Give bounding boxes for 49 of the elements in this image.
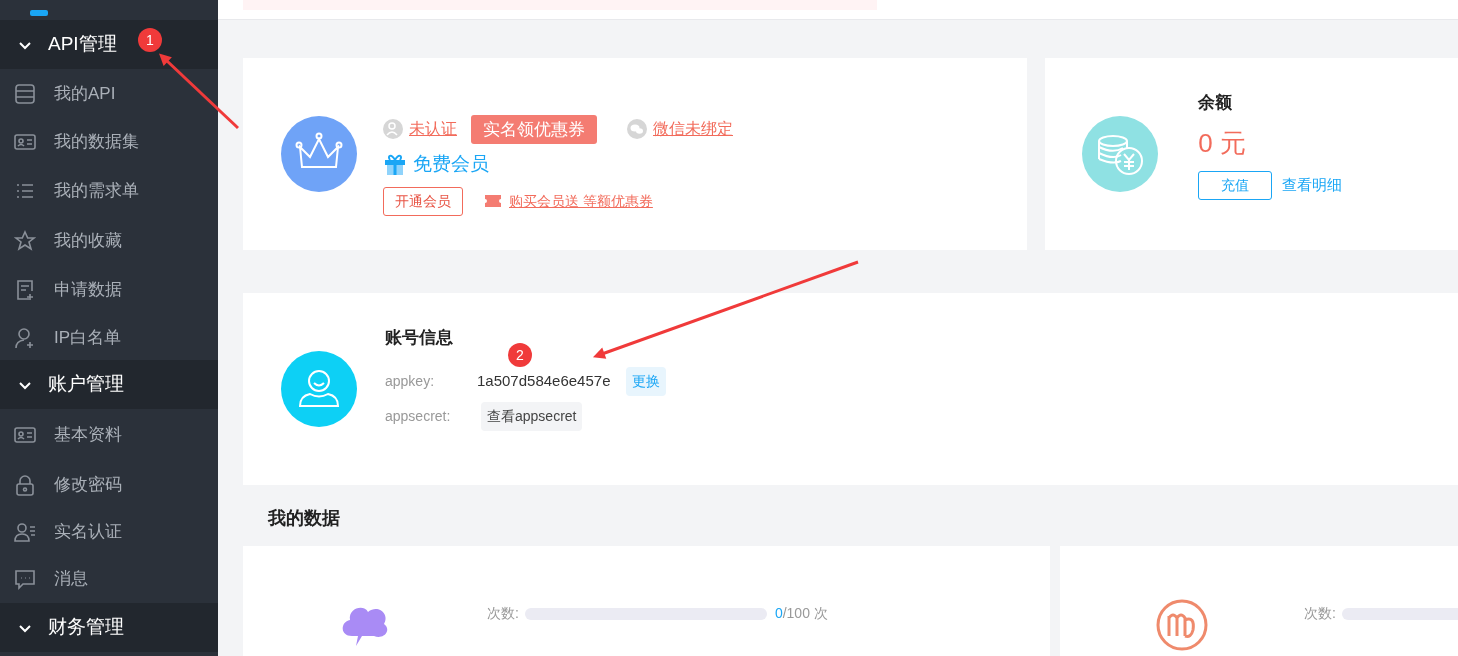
zodiac-icon	[1155, 598, 1209, 652]
promo-link[interactable]: 购买会员送 等额优惠券	[509, 190, 653, 212]
menu-item[interactable]: 申请数据	[0, 265, 218, 315]
id-card-icon	[14, 131, 36, 153]
menu-item[interactable]: 我的API	[0, 69, 218, 118]
star-icon	[14, 229, 36, 252]
menu-group-title: 财务管理	[48, 615, 124, 640]
verify-link[interactable]: 未认证	[409, 117, 457, 142]
menu-group-title: 账户管理	[48, 372, 124, 397]
membership-level: 免费会员	[413, 152, 489, 176]
menu-item[interactable]: 实名认证	[0, 509, 218, 555]
user-add-icon	[14, 326, 36, 349]
menu-item[interactable]: 我的需求单	[0, 166, 218, 216]
open-membership-button[interactable]: 开通会员	[383, 186, 463, 216]
menu-group-title: API管理	[48, 32, 117, 57]
section-title: 我的数据	[266, 508, 340, 528]
menu-item[interactable]: 消息	[0, 555, 218, 603]
annotation-marker	[508, 343, 532, 367]
menu-item[interactable]: 我的数据集	[0, 118, 218, 166]
field-label: appkey:	[385, 371, 436, 391]
gift-icon	[383, 152, 407, 177]
field-label: appsecret:	[385, 406, 452, 426]
menu-item[interactable]: 我的收藏	[0, 216, 218, 265]
user-status-icon	[383, 119, 403, 140]
user-list-icon	[14, 521, 36, 543]
balance-amount: 0 元	[1198, 126, 1248, 160]
annotation-marker	[138, 28, 162, 52]
form-add-icon	[14, 279, 36, 301]
menu-item[interactable]: 基本资料	[0, 409, 218, 460]
server-icon	[14, 82, 36, 105]
count-label: 次数:	[1304, 604, 1336, 623]
coupon-icon	[485, 195, 501, 207]
wechat-link[interactable]: 微信未绑定	[653, 117, 733, 142]
menu-item[interactable]: 修改密码	[0, 460, 218, 509]
lock-icon	[14, 473, 36, 496]
balance-title: 余额	[1198, 92, 1234, 115]
menu-group-header[interactable]: 财务管理	[0, 603, 218, 652]
count-label: 次数:	[487, 604, 519, 623]
message-icon	[14, 568, 36, 590]
reveal-secret-button[interactable]: 查看appsecret	[481, 401, 583, 431]
account-title: 账号信息	[385, 327, 454, 350]
menu-group-header[interactable]: 账户管理	[0, 360, 218, 409]
menu-item[interactable]: IP白名单	[0, 315, 218, 360]
usage-count: 0/100 次	[774, 604, 828, 623]
annotation-number: 2	[516, 347, 524, 363]
wechat-icon	[627, 119, 647, 140]
promo-tag: 实名领优惠券	[471, 114, 597, 144]
appkey-value: 1a507d584e6e457e	[477, 371, 611, 391]
annotation-number: 1	[146, 32, 154, 48]
